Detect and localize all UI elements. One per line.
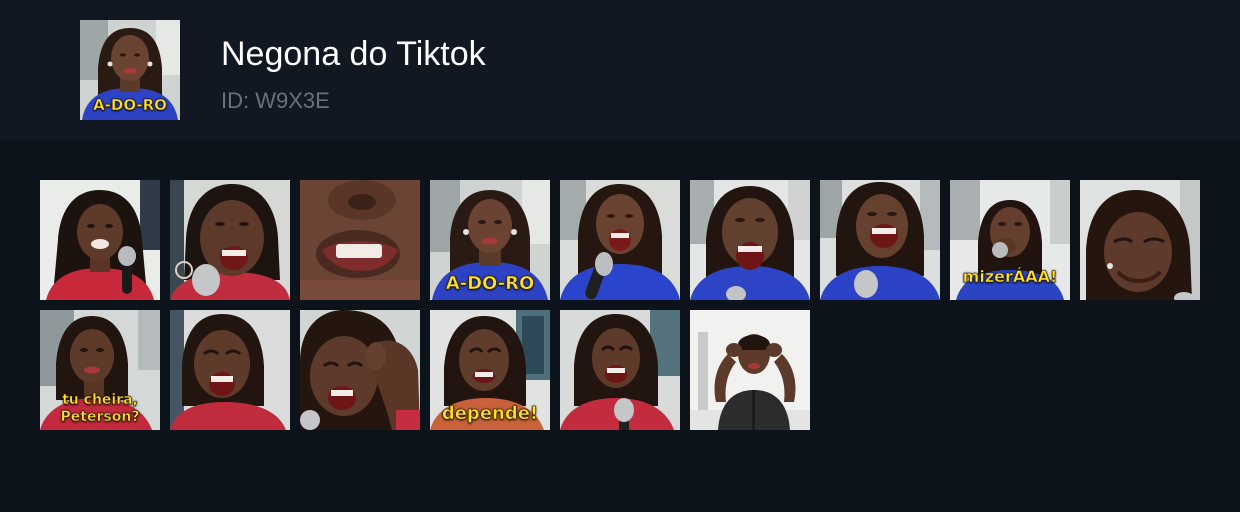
sticker-image — [1080, 180, 1200, 300]
sticker-image — [40, 180, 160, 300]
sticker-image — [40, 310, 160, 430]
sticker-item[interactable] — [1080, 180, 1200, 300]
sticker-item[interactable] — [170, 310, 290, 430]
sticker-image — [300, 310, 420, 430]
sticker-image — [170, 310, 290, 430]
sticker-image — [690, 310, 810, 430]
sticker-item[interactable] — [170, 180, 290, 300]
sticker-image — [300, 180, 420, 300]
sticker-image — [820, 180, 940, 300]
sticker-item[interactable] — [820, 180, 940, 300]
sticker-item[interactable] — [690, 180, 810, 300]
sticker-item[interactable] — [300, 180, 420, 300]
sticker-image — [560, 310, 680, 430]
sticker-image — [170, 180, 290, 300]
sticker-image — [560, 180, 680, 300]
pack-header: A-DO-RO Negona do Tiktok ID: W9X3E — [0, 0, 1240, 140]
pack-thumbnail: A-DO-RO — [80, 20, 180, 120]
sticker-item[interactable]: mizerÁAA! — [950, 180, 1070, 300]
pack-thumbnail-image — [80, 20, 180, 120]
sticker-item[interactable] — [560, 180, 680, 300]
pack-title: Negona do Tiktok — [221, 35, 486, 73]
sticker-image — [690, 180, 810, 300]
sticker-item[interactable] — [690, 310, 810, 430]
sticker-image — [430, 180, 550, 300]
sticker-item[interactable] — [40, 180, 160, 300]
sticker-image — [950, 180, 1070, 300]
sticker-grid: A-DO-RO mizerÁAA! tu cheira, Peterson? d… — [40, 180, 1210, 430]
pack-id: ID: W9X3E — [221, 88, 330, 113]
sticker-image — [430, 310, 550, 430]
sticker-item[interactable]: tu cheira, Peterson? — [40, 310, 160, 430]
sticker-item[interactable] — [300, 310, 420, 430]
sticker-item[interactable]: A-DO-RO — [430, 180, 550, 300]
sticker-item[interactable]: depende! — [430, 310, 550, 430]
sticker-item[interactable] — [560, 310, 680, 430]
